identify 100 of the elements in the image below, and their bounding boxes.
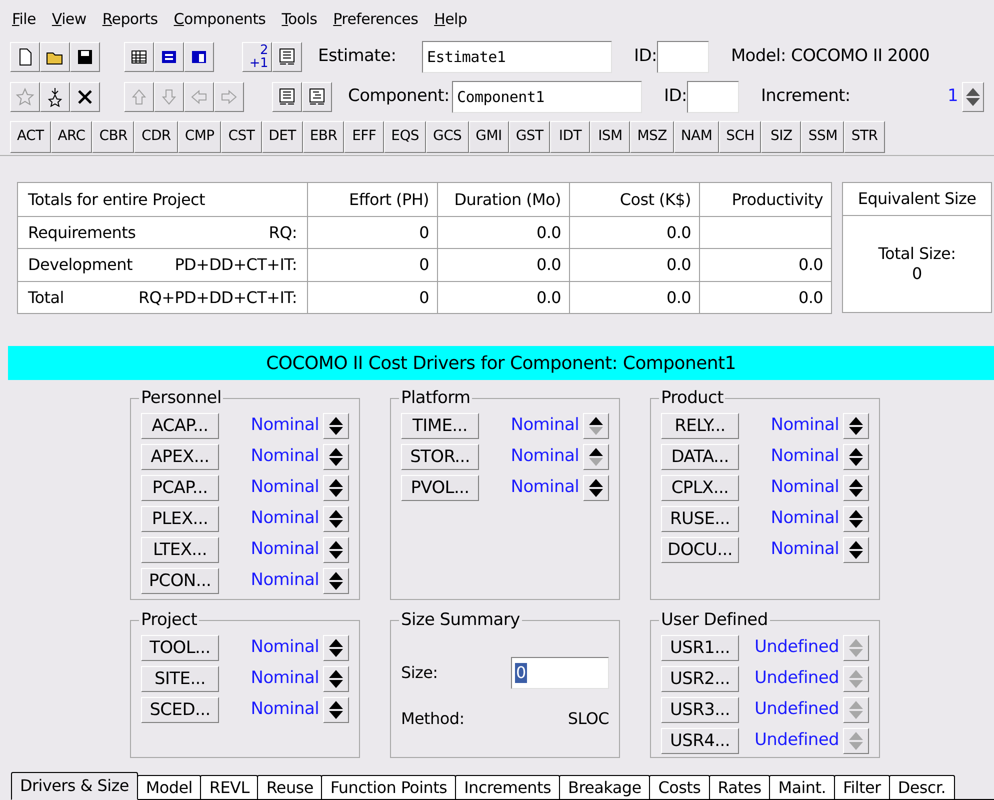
- driver-button[interactable]: DOCU...: [661, 537, 739, 563]
- insert-button[interactable]: [40, 82, 70, 112]
- spinner[interactable]: [843, 506, 869, 532]
- driver-button[interactable]: CPLX...: [661, 475, 739, 501]
- report-button[interactable]: GCS: [426, 120, 469, 152]
- spinner[interactable]: [323, 413, 349, 439]
- driver-button[interactable]: SITE...: [141, 666, 219, 692]
- tab[interactable]: Rates: [708, 775, 770, 799]
- driver-button[interactable]: RELY...: [661, 413, 739, 439]
- spinner[interactable]: [323, 475, 349, 501]
- driver-button[interactable]: SCED...: [141, 697, 219, 723]
- up-button[interactable]: [124, 82, 154, 112]
- report-button[interactable]: ISM: [590, 120, 630, 152]
- report-button[interactable]: MSZ: [630, 120, 674, 152]
- table-button[interactable]: [124, 42, 154, 72]
- driver-button[interactable]: ACAP...: [141, 413, 219, 439]
- component-field[interactable]: Component1: [452, 81, 642, 113]
- driver-button[interactable]: DATA...: [661, 444, 739, 470]
- spinner[interactable]: [323, 537, 349, 563]
- menu-item[interactable]: Components: [174, 8, 266, 30]
- menu-item[interactable]: View: [52, 8, 86, 30]
- driver-button[interactable]: TIME...: [401, 413, 479, 439]
- open-button[interactable]: [40, 42, 70, 72]
- size-field[interactable]: 0: [511, 657, 609, 689]
- report-button[interactable]: EBR: [302, 120, 344, 152]
- down-button[interactable]: [154, 82, 184, 112]
- driver-button[interactable]: STOR...: [401, 444, 479, 470]
- spinner[interactable]: [323, 666, 349, 692]
- report-button[interactable]: SSM: [801, 120, 844, 152]
- driver-button[interactable]: TOOL...: [141, 635, 219, 661]
- report-button[interactable]: EQS: [384, 120, 426, 152]
- spinner[interactable]: [323, 506, 349, 532]
- menu-item[interactable]: Tools: [282, 8, 318, 30]
- menu-item[interactable]: File: [12, 8, 36, 30]
- spinner[interactable]: [843, 444, 869, 470]
- tab[interactable]: Descr.: [888, 775, 955, 799]
- driver-button[interactable]: PLEX...: [141, 506, 219, 532]
- driver-button[interactable]: APEX...: [141, 444, 219, 470]
- report-button[interactable]: CST: [221, 120, 262, 152]
- estimate-field[interactable]: Estimate1: [422, 41, 612, 73]
- spinner[interactable]: [843, 537, 869, 563]
- menu-item[interactable]: Help: [434, 8, 468, 30]
- report-button[interactable]: SCH: [719, 120, 762, 152]
- renumber-button[interactable]: 2 +1: [242, 42, 272, 72]
- document-button[interactable]: [272, 42, 302, 72]
- save-button[interactable]: [70, 42, 100, 72]
- new-button[interactable]: [10, 42, 40, 72]
- driver-button[interactable]: USR4...: [661, 728, 739, 754]
- driver-button[interactable]: RUSE...: [661, 506, 739, 532]
- tab[interactable]: Breakage: [559, 775, 650, 799]
- report-button[interactable]: SIZ: [761, 120, 802, 152]
- report-button[interactable]: GMI: [468, 120, 509, 152]
- spinner[interactable]: [323, 568, 349, 594]
- left-button[interactable]: [184, 82, 214, 112]
- tab[interactable]: REVL: [200, 775, 258, 799]
- tab[interactable]: Maint.: [769, 775, 835, 799]
- rating-value: Nominal: [250, 569, 319, 592]
- report-button[interactable]: EFF: [344, 120, 384, 152]
- spinner[interactable]: [843, 475, 869, 501]
- spinner[interactable]: [583, 475, 609, 501]
- spinner[interactable]: [323, 635, 349, 661]
- report-button[interactable]: CBR: [92, 120, 134, 152]
- spinner[interactable]: [323, 697, 349, 723]
- report-button[interactable]: IDT: [550, 120, 590, 152]
- chart-button[interactable]: [184, 42, 214, 72]
- list-button[interactable]: [154, 42, 184, 72]
- tab[interactable]: Costs: [649, 775, 710, 799]
- report-button[interactable]: STR: [844, 120, 885, 152]
- tab[interactable]: Model: [136, 775, 202, 799]
- report-button[interactable]: NAM: [674, 120, 720, 152]
- spinner[interactable]: [843, 413, 869, 439]
- menu-item[interactable]: Reports: [102, 8, 158, 30]
- right-button[interactable]: [214, 82, 244, 112]
- report-button[interactable]: ACT: [10, 120, 51, 152]
- spinner[interactable]: [323, 444, 349, 470]
- id-field[interactable]: [686, 81, 739, 113]
- menu-item[interactable]: Preferences: [333, 8, 418, 30]
- report-button[interactable]: CMP: [178, 120, 222, 152]
- tab[interactable]: Filter: [834, 775, 890, 799]
- tab[interactable]: Function Points: [321, 775, 456, 799]
- spinner[interactable]: [962, 82, 984, 112]
- report-button[interactable]: GST: [508, 120, 550, 152]
- driver-button[interactable]: USR2...: [661, 666, 739, 692]
- report-button[interactable]: ARC: [50, 120, 92, 152]
- tab[interactable]: Increments: [455, 775, 560, 799]
- id-field[interactable]: [656, 41, 709, 73]
- delete-button[interactable]: [70, 82, 100, 112]
- driver-button[interactable]: USR1...: [661, 635, 739, 661]
- tab[interactable]: Reuse: [257, 775, 322, 799]
- star-button[interactable]: [10, 82, 40, 112]
- document-button[interactable]: [302, 82, 332, 112]
- driver-button[interactable]: PVOL...: [401, 475, 479, 501]
- report-button[interactable]: DET: [262, 120, 303, 152]
- driver-button[interactable]: LTEX...: [141, 537, 219, 563]
- document-button[interactable]: [272, 82, 302, 112]
- driver-button[interactable]: USR3...: [661, 697, 739, 723]
- tab[interactable]: Drivers & Size: [11, 772, 138, 800]
- driver-button[interactable]: PCON...: [141, 568, 219, 594]
- driver-button[interactable]: PCAP...: [141, 475, 219, 501]
- report-button[interactable]: CDR: [134, 120, 178, 152]
